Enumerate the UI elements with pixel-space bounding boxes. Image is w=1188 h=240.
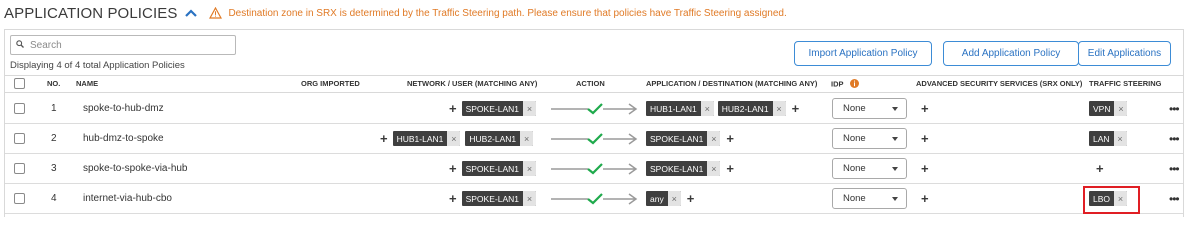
remove-tag-icon[interactable]: × [707,131,721,146]
info-icon[interactable] [850,79,860,90]
row-number: 3 [51,163,57,174]
policies-panel: Displaying 4 of 4 total Application Poli… [4,29,1184,217]
destination-tag: SPOKE-LAN1 × [646,161,721,176]
remove-tag-icon[interactable]: × [522,101,536,116]
remove-tag-icon[interactable]: × [522,161,536,176]
column-action[interactable]: ACTION [576,79,605,88]
displaying-count: Displaying 4 of 4 total Application Poli… [10,60,185,71]
row-number: 2 [51,133,57,144]
more-options-icon[interactable]: ••• [1169,154,1180,183]
action-allow[interactable] [551,124,639,153]
remove-tag-icon[interactable]: × [707,161,721,176]
warning-icon [209,6,223,20]
row-checkbox[interactable] [14,133,25,144]
add-network-icon[interactable]: + [380,132,388,145]
warning-message: Destination zone in SRX is determined by… [228,7,787,19]
caret-down-icon [892,106,898,111]
table-row[interactable]: 1 spoke-to-hub-dmz + SPOKE-LAN1 × HUB1-LA… [5,94,1183,124]
more-options-icon[interactable]: ••• [1169,94,1180,123]
remove-tag-icon[interactable]: × [520,131,534,146]
column-idp[interactable]: IDP [831,79,860,90]
destination-tag: any × [646,191,681,206]
column-network-user[interactable]: NETWORK / USER (MATCHING ANY) [407,79,537,88]
network-tag: HUB1-LAN1 × [392,131,461,146]
network-tag: SPOKE-LAN1 × [461,191,536,206]
search-input[interactable] [30,39,220,51]
row-number: 1 [51,103,57,114]
column-idp-label: IDP [831,79,844,89]
destination-tag: HUB1-LAN1 × [646,101,714,116]
row-checkbox[interactable] [14,163,25,174]
destination-tag: SPOKE-LAN1 × [646,131,721,146]
remove-tag-icon[interactable]: × [447,131,461,146]
caret-down-icon [892,196,898,201]
policy-name[interactable]: spoke-to-hub-dmz [83,94,164,123]
idp-select[interactable]: None [832,98,907,119]
column-traffic-steering[interactable]: TRAFFIC STEERING [1089,79,1162,88]
add-traffic-steering-icon[interactable]: + [1096,162,1104,175]
search-box[interactable] [10,35,236,55]
policy-name[interactable]: spoke-to-spoke-via-hub [83,154,188,183]
column-org-imported[interactable]: ORG IMPORTED [301,79,360,88]
network-tag: SPOKE-LAN1 × [461,161,536,176]
table-row[interactable]: 2 hub-dmz-to-spoke + HUB1-LAN1 × HUB2-LAN… [5,124,1183,154]
add-security-service-icon[interactable]: + [921,162,929,175]
action-allow[interactable] [551,184,639,213]
column-application-destination[interactable]: APPLICATION / DESTINATION (MATCHING ANY) [646,79,817,88]
add-security-service-icon[interactable]: + [921,132,929,145]
remove-tag-icon[interactable]: × [522,191,536,206]
network-tag: HUB2-LAN1 × [465,131,534,146]
policy-name[interactable]: internet-via-hub-cbo [83,184,172,213]
action-allow[interactable] [551,154,639,183]
idp-select[interactable]: None [832,128,907,149]
row-checkbox[interactable] [14,103,25,114]
add-network-icon[interactable]: + [449,192,457,205]
edit-applications-button[interactable]: Edit Applications [1078,41,1171,66]
add-destination-icon[interactable]: + [792,102,800,115]
section-header: APPLICATION POLICIES Destination zone in… [4,3,787,23]
network-tag: SPOKE-LAN1 × [461,101,536,116]
table-row[interactable]: 3 spoke-to-spoke-via-hub + SPOKE-LAN1 × S… [5,154,1183,184]
table-header: NO. NAME ORG IMPORTED NETWORK / USER (MA… [5,75,1183,93]
add-application-policy-button[interactable]: Add Application Policy [943,41,1079,66]
highlight-box [1083,186,1140,214]
add-destination-icon[interactable]: + [726,132,734,145]
section-title: APPLICATION POLICIES [4,4,178,22]
remove-tag-icon[interactable]: × [1114,101,1128,116]
row-checkbox[interactable] [14,193,25,204]
caret-down-icon [892,136,898,141]
action-allow[interactable] [551,94,639,123]
traffic-steering-tag: VPN × [1089,101,1128,116]
select-all-checkbox[interactable] [14,78,25,89]
idp-select[interactable]: None [832,188,907,209]
more-options-icon[interactable]: ••• [1169,184,1180,213]
add-network-icon[interactable]: + [449,162,457,175]
add-security-service-icon[interactable]: + [921,102,929,115]
add-security-service-icon[interactable]: + [921,192,929,205]
add-destination-icon[interactable]: + [687,192,695,205]
caret-down-icon [892,166,898,171]
import-application-policy-button[interactable]: Import Application Policy [794,41,932,66]
remove-tag-icon[interactable]: × [1113,131,1127,146]
add-network-icon[interactable]: + [449,102,457,115]
row-number: 4 [51,193,57,204]
more-options-icon[interactable]: ••• [1169,124,1180,153]
column-advanced-security[interactable]: ADVANCED SECURITY SERVICES (SRX ONLY) [916,79,1082,88]
remove-tag-icon[interactable]: × [700,101,714,116]
chevron-up-icon[interactable] [184,6,198,20]
column-no[interactable]: NO. [47,79,60,88]
idp-select[interactable]: None [832,158,907,179]
search-icon [16,39,24,51]
table-row[interactable]: 4 internet-via-hub-cbo + SPOKE-LAN1 × any… [5,184,1183,214]
remove-tag-icon[interactable]: × [772,101,786,116]
policy-name[interactable]: hub-dmz-to-spoke [83,124,164,153]
traffic-steering-tag: LAN × [1089,131,1127,146]
add-destination-icon[interactable]: + [726,162,734,175]
destination-tag: HUB2-LAN1 × [717,101,786,116]
remove-tag-icon[interactable]: × [667,191,681,206]
column-name[interactable]: NAME [76,79,98,88]
